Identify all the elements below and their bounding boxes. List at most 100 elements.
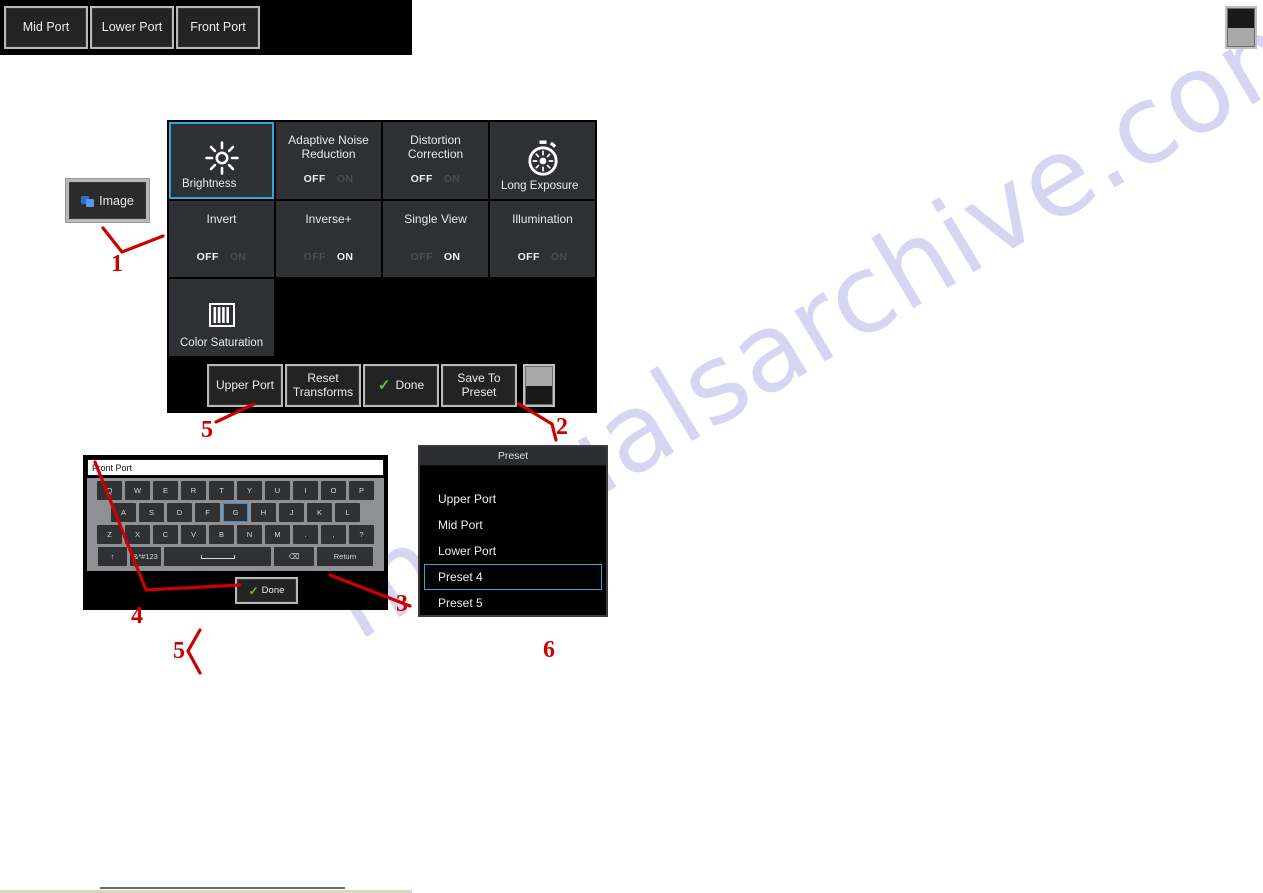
settings-scroll-indicator[interactable] bbox=[523, 364, 555, 407]
image-button-inner[interactable]: Image bbox=[69, 182, 146, 219]
toggle-off-label[interactable]: OFF bbox=[518, 251, 540, 263]
key-shift-icon[interactable]: ↑ bbox=[98, 547, 127, 566]
tile-brightness[interactable]: Brightness bbox=[169, 122, 274, 199]
stopwatch-exposure-icon bbox=[524, 139, 562, 177]
save-to-preset-button[interactable]: Save To Preset bbox=[441, 364, 517, 407]
key-L[interactable]: L bbox=[335, 503, 360, 522]
tile-label: Single View bbox=[404, 211, 467, 226]
key-symbols[interactable]: &*#123 bbox=[130, 547, 161, 566]
toggle-on-label[interactable]: ON bbox=[337, 173, 354, 185]
done-button-inner[interactable]: ✓ Done bbox=[365, 366, 437, 405]
tile-empty-1 bbox=[276, 279, 381, 356]
port-scroll-indicator[interactable] bbox=[1225, 6, 1257, 49]
key-T[interactable]: T bbox=[209, 481, 234, 500]
preset-item-preset-4[interactable]: Preset 4 bbox=[424, 564, 602, 590]
toggle-off-label[interactable]: OFF bbox=[411, 173, 433, 185]
reset-transforms-button[interactable]: Reset Transforms bbox=[285, 364, 361, 407]
key-A[interactable]: A bbox=[111, 503, 136, 522]
tile-color-saturation[interactable]: Color Saturation bbox=[169, 279, 274, 356]
callout-1: 1 bbox=[111, 251, 123, 277]
key-P[interactable]: P bbox=[349, 481, 374, 500]
key-Z[interactable]: Z bbox=[97, 525, 122, 544]
key-R[interactable]: R bbox=[181, 481, 206, 500]
done-button[interactable]: ✓ Done bbox=[363, 364, 439, 407]
toggle-on-label[interactable]: ON bbox=[230, 251, 247, 263]
image-button[interactable]: Image bbox=[65, 178, 150, 223]
key-space[interactable] bbox=[164, 547, 271, 566]
tile-single-view[interactable]: Single View OFF ON bbox=[383, 200, 488, 278]
front-port-button-label[interactable]: Front Port bbox=[178, 8, 258, 47]
preset-name-input[interactable]: Front Port bbox=[87, 459, 384, 476]
toggle-illumination[interactable]: OFF ON bbox=[490, 251, 595, 263]
key-return[interactable]: Return bbox=[317, 547, 373, 566]
key-G[interactable]: G bbox=[223, 503, 248, 522]
key-period[interactable]: . bbox=[293, 525, 318, 544]
tile-label: Illumination bbox=[512, 211, 573, 226]
key-W[interactable]: W bbox=[125, 481, 150, 500]
image-settings-panel: Brightness Adaptive Noise Reduction OFF … bbox=[167, 120, 597, 413]
upper-port-button-label[interactable]: Upper Port bbox=[209, 366, 281, 405]
front-port-button[interactable]: Front Port bbox=[176, 6, 260, 49]
settings-toolbar: Upper Port Reset Transforms ✓ Done Save … bbox=[167, 358, 597, 413]
key-J[interactable]: J bbox=[279, 503, 304, 522]
toggle-off-label[interactable]: OFF bbox=[411, 251, 433, 263]
key-S[interactable]: S bbox=[139, 503, 164, 522]
toggle-on-label[interactable]: ON bbox=[551, 251, 568, 263]
key-X[interactable]: X bbox=[125, 525, 150, 544]
key-I[interactable]: I bbox=[293, 481, 318, 500]
keyboard-done-button[interactable]: ✓ Done bbox=[235, 577, 298, 604]
tile-invert[interactable]: Invert OFF ON bbox=[169, 200, 274, 278]
mid-port-button[interactable]: Mid Port bbox=[4, 6, 88, 49]
lower-port-button-label[interactable]: Lower Port bbox=[92, 8, 172, 47]
tile-adaptive-noise-reduction[interactable]: Adaptive Noise Reduction OFF ON bbox=[276, 122, 381, 199]
tile-long-exposure[interactable]: Long Exposure bbox=[490, 122, 595, 199]
toggle-off-label[interactable]: OFF bbox=[304, 173, 326, 185]
key-N[interactable]: N bbox=[237, 525, 262, 544]
key-question[interactable]: ? bbox=[349, 525, 374, 544]
toggle-single-view[interactable]: OFF ON bbox=[383, 251, 488, 263]
toggle-distortion-correction[interactable]: OFF ON bbox=[383, 173, 488, 185]
mid-port-button-label[interactable]: Mid Port bbox=[6, 8, 86, 47]
key-F[interactable]: F bbox=[195, 503, 220, 522]
toggle-invert[interactable]: OFF ON bbox=[169, 251, 274, 263]
key-Y[interactable]: Y bbox=[237, 481, 262, 500]
key-H[interactable]: H bbox=[251, 503, 276, 522]
key-K[interactable]: K bbox=[307, 503, 332, 522]
preset-item-mid-port[interactable]: Mid Port bbox=[424, 512, 602, 538]
key-O[interactable]: O bbox=[321, 481, 346, 500]
keyboard-done-button-inner[interactable]: ✓ Done bbox=[237, 579, 296, 602]
upper-port-button[interactable]: Upper Port bbox=[207, 364, 283, 407]
toggle-on-label[interactable]: ON bbox=[444, 251, 461, 263]
preset-item-preset-5[interactable]: Preset 5 bbox=[424, 590, 602, 616]
tile-inverse-plus[interactable]: Inverse+ OFF ON bbox=[276, 200, 381, 278]
toggle-adaptive-noise-reduction[interactable]: OFF ON bbox=[276, 173, 381, 185]
key-U[interactable]: U bbox=[265, 481, 290, 500]
preset-item-lower-port[interactable]: Lower Port bbox=[424, 538, 602, 564]
lower-port-button[interactable]: Lower Port bbox=[90, 6, 174, 49]
key-E[interactable]: E bbox=[153, 481, 178, 500]
toggle-on-label[interactable]: ON bbox=[337, 251, 354, 263]
toggle-inverse-plus[interactable]: OFF ON bbox=[276, 251, 381, 263]
keyboard-row-2: A S D F G H J K L bbox=[90, 503, 381, 522]
preset-item-upper-port[interactable]: Upper Port bbox=[424, 486, 602, 512]
key-backspace-icon[interactable]: ⌫ bbox=[274, 547, 314, 566]
key-M[interactable]: M bbox=[265, 525, 290, 544]
key-comma[interactable]: , bbox=[321, 525, 346, 544]
scroll-indicator-bottom bbox=[1228, 27, 1254, 46]
toggle-off-label[interactable]: OFF bbox=[304, 251, 326, 263]
key-C[interactable]: C bbox=[153, 525, 178, 544]
reset-transforms-button-inner[interactable]: Reset Transforms bbox=[287, 366, 359, 405]
tile-distortion-correction[interactable]: Distortion Correction OFF ON bbox=[383, 122, 488, 199]
tile-label: Color Saturation bbox=[180, 337, 264, 350]
key-D[interactable]: D bbox=[167, 503, 192, 522]
toggle-off-label[interactable]: OFF bbox=[197, 251, 219, 263]
key-B[interactable]: B bbox=[209, 525, 234, 544]
save-to-preset-button-inner[interactable]: Save To Preset bbox=[443, 366, 515, 405]
callout-3: 3 bbox=[396, 591, 408, 617]
tile-illumination[interactable]: Illumination OFF ON bbox=[490, 200, 595, 278]
tile-empty-3 bbox=[490, 279, 595, 356]
key-V[interactable]: V bbox=[181, 525, 206, 544]
keyboard-row-4: ↑ &*#123 ⌫ Return bbox=[90, 547, 381, 566]
key-Q[interactable]: Q bbox=[97, 481, 122, 500]
toggle-on-label[interactable]: ON bbox=[444, 173, 461, 185]
